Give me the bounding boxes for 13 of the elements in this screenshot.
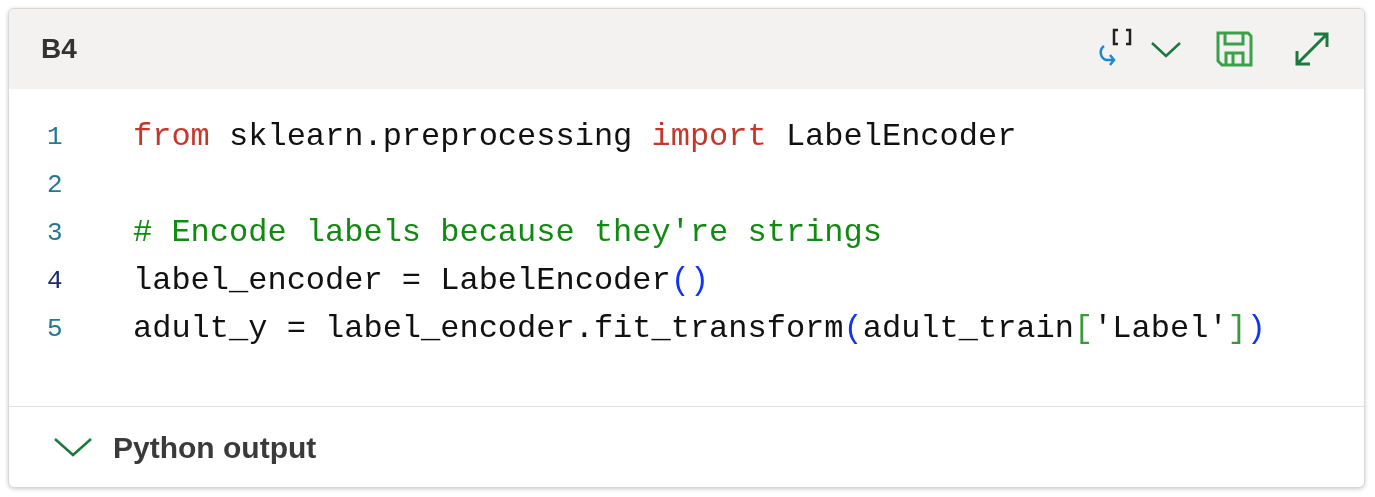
- line-number: 2: [47, 168, 64, 202]
- code-line: from sklearn.preprocessing import LabelEncoder: [133, 117, 1017, 157]
- code-line: label_encoder = LabelEncoder(): [133, 261, 710, 301]
- line-number: 1: [47, 120, 64, 154]
- output-toggle[interactable]: Python output: [53, 424, 317, 470]
- line-number: 3: [47, 216, 64, 250]
- cell-title: B4: [41, 32, 77, 66]
- line-number: 4: [47, 264, 64, 298]
- save-icon[interactable]: [1214, 29, 1254, 69]
- line-number: 5: [47, 312, 64, 346]
- code-line: adult_y = label_encoder.fit_transform(adult_train['Label']): [133, 309, 1266, 349]
- code-line: # Encode labels because they're strings: [133, 213, 882, 253]
- chevron-icon: [53, 435, 93, 459]
